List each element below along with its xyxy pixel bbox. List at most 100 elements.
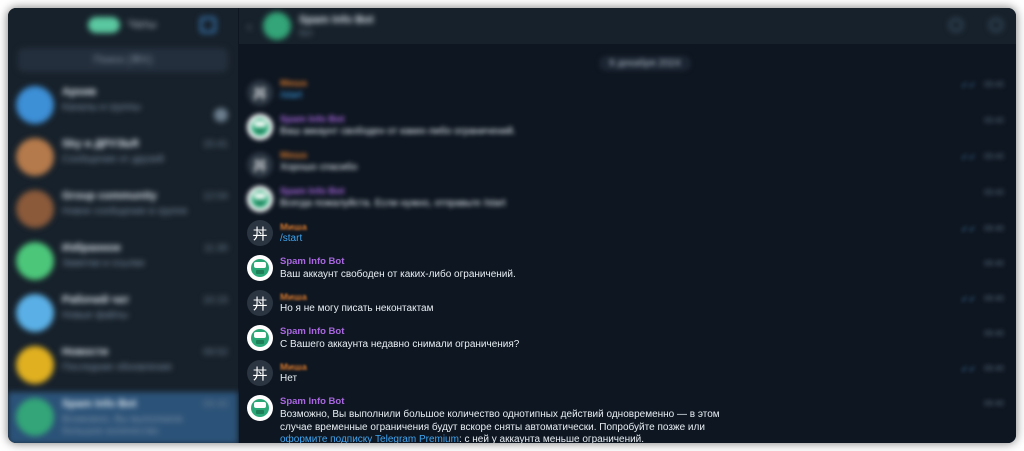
avatar[interactable]: 丼 [247, 360, 273, 386]
message-sender[interactable]: Spam Info Bot [280, 256, 344, 267]
chat-avatar[interactable] [263, 12, 291, 40]
avatar [16, 86, 54, 124]
bot-avatar[interactable] [247, 255, 273, 281]
message-sender[interactable]: Миша [280, 362, 307, 373]
chat-list-item[interactable]: Избранное 11:30 Заметки и ссылки [8, 236, 238, 288]
chat-list-item[interactable]: Рабочий чат 10:15 Новые файлы [8, 288, 238, 340]
chat-name: Новости [62, 346, 109, 358]
avatar[interactable]: 丼 [247, 220, 273, 246]
message-text: Но я не могу писать неконтактам [280, 303, 434, 314]
message-sender[interactable]: Миша [280, 222, 307, 233]
robot-icon [251, 259, 269, 277]
message-time: 09:40 [983, 80, 1004, 89]
avatar [16, 346, 54, 384]
chat-preview: Возможно, Вы выполнили большое количеств… [62, 414, 183, 437]
message-tail: : с ней у аккаунта меньше ограничений. [458, 434, 645, 443]
message-time: 09:40 [983, 259, 1004, 268]
sidebar-title: Чаты [128, 17, 157, 31]
robot-icon [251, 399, 269, 417]
sidebar-header: Чаты [8, 8, 238, 44]
back-arrow-icon[interactable]: ‹ [247, 18, 252, 34]
robot-icon [251, 118, 269, 136]
read-check-icon: ✓✓ [960, 364, 976, 374]
message-time: 09:40 [983, 116, 1004, 125]
bot-avatar[interactable] [247, 114, 273, 140]
chat-name: Group community [62, 190, 157, 202]
bot-avatar[interactable] [247, 395, 273, 421]
message-line: Возможно, Вы выполнили большое количеств… [280, 409, 720, 420]
message-sender[interactable]: Миша [280, 78, 307, 89]
unread-badge [214, 108, 228, 122]
message-time: 09:40 [983, 188, 1004, 197]
chat-time: 09:40 [202, 399, 228, 410]
message-area: 9 декабря 2024 丼 Миша /start ✓✓ 09:40 Sp… [239, 44, 1016, 443]
chat-name: Spam Info Bot [62, 398, 137, 410]
chat-time: 12:04 [202, 191, 228, 202]
chat-list-item[interactable]: Group community 12:04 Новое сообщение в … [8, 184, 238, 236]
message-line: оформите подписку Telegram Premium: с не… [280, 434, 750, 443]
message-time: 09:40 [983, 399, 1004, 408]
search-icon[interactable] [949, 18, 963, 32]
message-text: Ваш аккаунт свободен от каких-либо огран… [280, 269, 516, 280]
message-text: Всегда пожалуйста. Если нужно, отправьте… [280, 198, 506, 209]
message-text[interactable]: /start [280, 90, 750, 103]
chat-title[interactable]: Spam Info Bot [299, 14, 374, 26]
robot-icon [251, 190, 269, 208]
chat-list-item[interactable]: Sky и ДРУЗЬЯ 15:41 Сообщение от друзей [8, 132, 238, 184]
avatar [16, 242, 54, 280]
message-text: Хорошо спасибо [280, 162, 358, 173]
chat-preview: Сообщение от друзей [62, 154, 164, 165]
date-separator: 9 декабря 2024 [599, 56, 691, 71]
message-text: Ваш аккаунт свободен от каких-либо огран… [280, 126, 516, 137]
chat-name: Архив [62, 86, 97, 98]
bot-avatar[interactable] [247, 186, 273, 212]
bot-avatar[interactable] [247, 325, 273, 351]
compose-icon[interactable] [200, 17, 216, 33]
message-time: 09:40 [983, 224, 1004, 233]
message-sender[interactable]: Spam Info Bot [280, 186, 344, 197]
message-time: 09:40 [983, 364, 1004, 373]
chat-preview: Новые файлы [62, 310, 129, 321]
chat-name: Sky и ДРУЗЬЯ [62, 138, 139, 150]
message-sender[interactable]: Миша [280, 150, 307, 161]
chat-list-item[interactable]: Архив Каналы и группы [8, 80, 238, 132]
more-icon[interactable] [989, 18, 1003, 32]
chat-time: 10:15 [202, 295, 228, 306]
folder-toggle[interactable] [88, 17, 120, 33]
chat-list-item-active[interactable]: Spam Info Bot 09:40 Возможно, Вы выполни… [8, 392, 238, 443]
message-sender[interactable]: Spam Info Bot [280, 326, 344, 337]
chat-name: Избранное [62, 242, 121, 254]
read-check-icon: ✓✓ [960, 152, 976, 162]
chat-subtitle: бот [299, 28, 314, 38]
message-text: Нет [280, 373, 298, 384]
telegram-window: Чаты Поиск (⌘K) Архив Каналы и группы Sk… [8, 8, 1016, 443]
chat-preview: Новое сообщение в группе [62, 206, 188, 217]
avatar[interactable]: 丼 [247, 80, 273, 106]
avatar [16, 294, 54, 332]
chat-time: 09:52 [202, 347, 228, 358]
message-command[interactable]: /start [280, 233, 750, 246]
avatar [16, 190, 54, 228]
chat-time: 15:41 [202, 139, 228, 150]
avatar [16, 398, 54, 436]
chat-preview: Каналы и группы [62, 102, 141, 113]
chat-preview: Последние обновления [62, 362, 172, 373]
read-check-icon: ✓✓ [960, 224, 976, 234]
message-sender[interactable]: Миша [280, 292, 307, 303]
avatar [16, 138, 54, 176]
avatar[interactable]: 丼 [247, 290, 273, 316]
chat-list-sidebar: Чаты Поиск (⌘K) Архив Каналы и группы Sk… [8, 8, 239, 443]
avatar[interactable]: 丼 [247, 152, 273, 178]
chat-list-item[interactable]: Новости 09:52 Последние обновления [8, 340, 238, 392]
message-line: случае временные ограничения будут вскор… [280, 421, 705, 433]
message-time: 09:40 [983, 294, 1004, 303]
chat-name: Рабочий чат [62, 294, 130, 306]
message-sender[interactable]: Spam Info Bot [280, 114, 344, 125]
search-input[interactable]: Поиск (⌘K) [18, 48, 228, 72]
premium-link[interactable]: оформите подписку Telegram Premium [280, 434, 459, 443]
message-time: 09:40 [983, 152, 1004, 161]
message-text: Возможно, Вы выполнили большое количеств… [280, 409, 750, 443]
chat-header: ‹ Spam Info Bot бот [239, 8, 1016, 45]
message-sender[interactable]: Spam Info Bot [280, 396, 344, 407]
message-text: С Вашего аккаунта недавно снимали ограни… [280, 339, 520, 350]
